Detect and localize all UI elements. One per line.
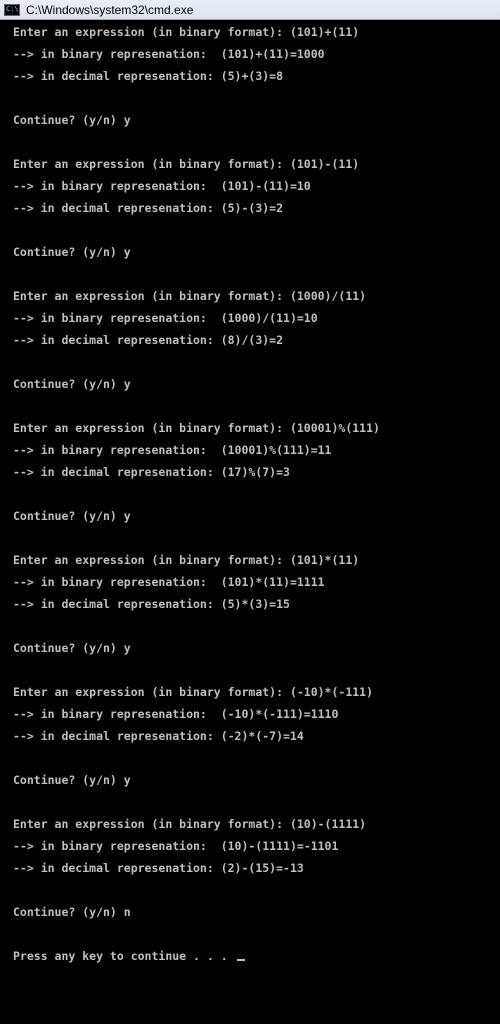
console-line: Enter an expression (in binary format): …: [13, 817, 367, 831]
console-line: --> in decimal represenation: (8)/(3)=2: [13, 333, 284, 347]
console-line: --> in decimal represenation: (-2)*(-7)=…: [13, 729, 304, 743]
console-prompt-line: Press any key to continue . . .: [13, 945, 245, 967]
console-line: Continue? (y/n) y: [13, 641, 131, 655]
console-line: Continue? (y/n) y: [13, 245, 131, 259]
console-line: Enter an expression (in binary format): …: [13, 553, 360, 567]
console-line: --> in binary represenation: (10001)%(11…: [13, 443, 332, 457]
text-cursor: [236, 959, 245, 961]
cmd-window: C:\ C:\Windows\system32\cmd.exe Enter an…: [0, 0, 500, 1024]
console-line: Enter an expression (in binary format): …: [13, 25, 360, 39]
console-line: --> in binary represenation: (-10)*(-111…: [13, 707, 339, 721]
console-line: --> in binary represenation: (101)-(11)=…: [13, 179, 311, 193]
console-line: --> in binary represenation: (101)+(11)=…: [13, 47, 325, 61]
console-line: --> in decimal represenation: (2)-(15)=-…: [13, 861, 304, 875]
console-line: Enter an expression (in binary format): …: [13, 421, 380, 435]
console-line: --> in decimal represenation: (17)%(7)=3: [13, 465, 290, 479]
cmd-icon: C:\: [4, 3, 20, 16]
console-line: Continue? (y/n) y: [13, 773, 131, 787]
console-line: Continue? (y/n) y: [13, 113, 131, 127]
console-line: Continue? (y/n) y: [13, 509, 131, 523]
console-line: --> in decimal represenation: (5)-(3)=2: [13, 201, 284, 215]
console-line: --> in binary represenation: (10)-(1111)…: [13, 839, 339, 853]
console-line: --> in binary represenation: (1000)/(11)…: [13, 311, 318, 325]
console-line: --> in decimal represenation: (5)*(3)=15: [13, 597, 290, 611]
console-prompt-text: Press any key to continue . . .: [13, 949, 235, 963]
console-output[interactable]: Enter an expression (in binary format): …: [0, 20, 500, 1024]
title-bar[interactable]: C:\ C:\Windows\system32\cmd.exe: [0, 0, 500, 20]
console-line: --> in binary represenation: (101)*(11)=…: [13, 575, 325, 589]
window-title: C:\Windows\system32\cmd.exe: [26, 2, 194, 17]
console-line: --> in decimal represenation: (5)+(3)=8: [13, 69, 284, 83]
console-line: Enter an expression (in binary format): …: [13, 157, 360, 171]
console-line: Enter an expression (in binary format): …: [13, 289, 367, 303]
console-line: Enter an expression (in binary format): …: [13, 685, 374, 699]
console-line: Continue? (y/n) n: [13, 905, 131, 919]
console-line: Continue? (y/n) y: [13, 377, 131, 391]
